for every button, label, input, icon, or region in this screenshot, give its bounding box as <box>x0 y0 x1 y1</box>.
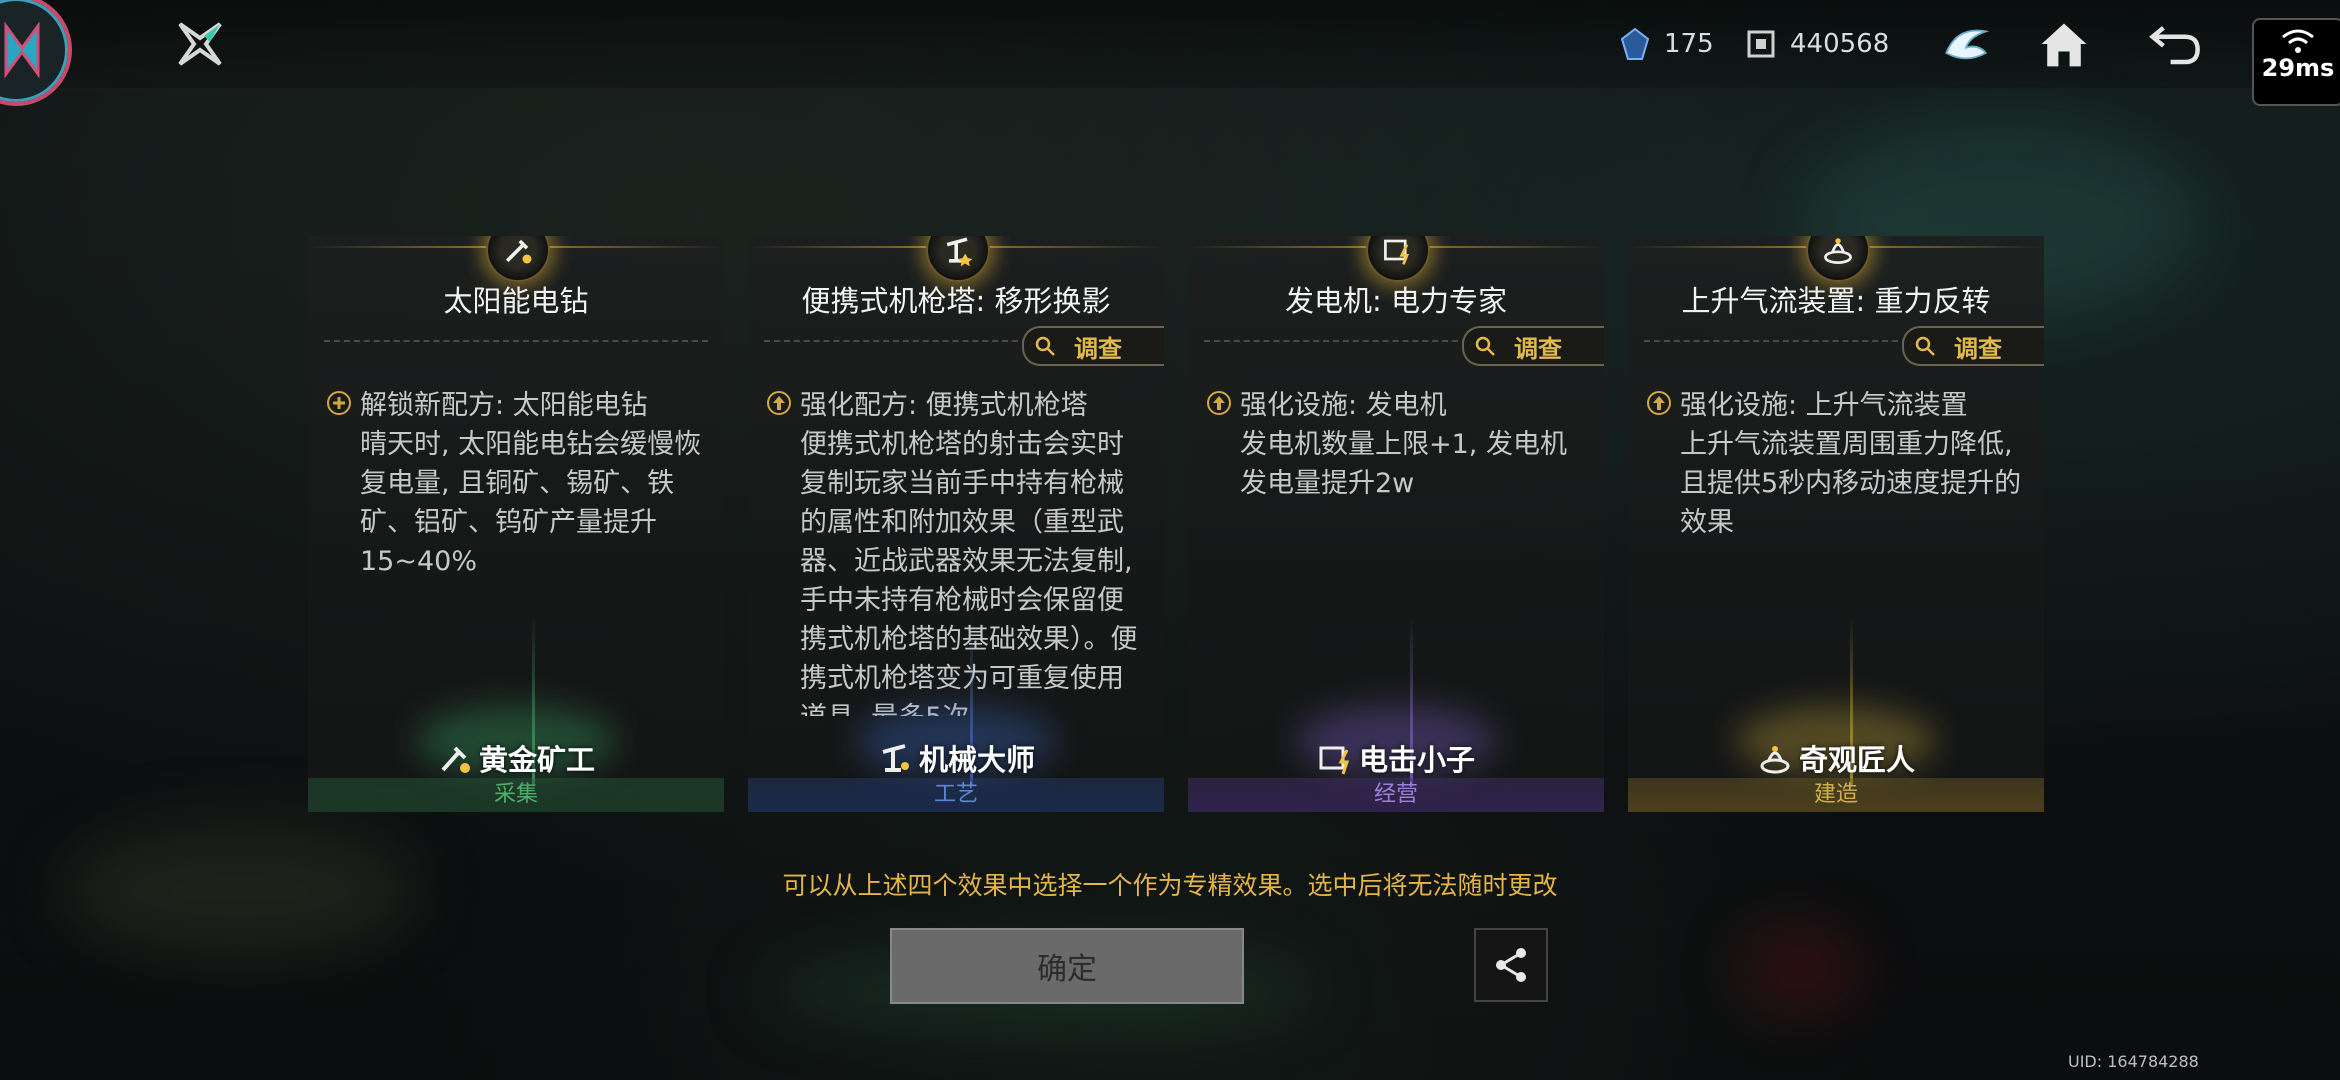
effect-description: 强化设施: 发电机 发电机数量上限+1, 发电机发电量提升2w <box>1240 390 1567 499</box>
effect-card-2[interactable]: 便携式机枪塔: 移形换影 调查 强化配方: 便携式机枪塔 便携式机枪塔的射击会实… <box>748 236 1164 812</box>
up-bullet-icon <box>1207 391 1231 415</box>
up-bullet-icon <box>767 391 791 415</box>
investigate-label: 调查 <box>1074 334 1122 363</box>
card-title: 上升气流装置: 重力反转 <box>1681 284 1991 318</box>
electric-kid-icon <box>1319 746 1350 775</box>
back-icon[interactable] <box>2144 12 2208 76</box>
divider <box>1204 340 1468 342</box>
card-title: 便携式机枪塔: 移形换影 <box>801 284 1111 318</box>
wifi-icon <box>2282 29 2314 53</box>
role-name: 奇观匠人 <box>1798 743 1915 777</box>
effect-description: 强化设施: 上升气流装置 上升气流装置周围重力降低, 且提供5秒内移动速度提升的… <box>1680 390 2022 538</box>
role-label: 电击小子 <box>1188 738 1604 778</box>
investigate-button[interactable]: 调查 <box>1462 326 1604 366</box>
investigate-label: 调查 <box>1514 334 1562 363</box>
mechanic-master-icon <box>882 744 909 772</box>
gold-miner-icon <box>441 746 470 773</box>
confirm-button[interactable]: 确定 <box>890 928 1244 1004</box>
home-icon[interactable] <box>2032 12 2096 76</box>
guild-icon[interactable] <box>1934 12 1998 76</box>
investigate-label: 调查 <box>1954 334 2002 363</box>
uid-label: UID: 164784288 <box>2068 1052 2199 1071</box>
role-label: 奇观匠人 <box>1628 738 2044 778</box>
category-label: 工艺 <box>748 778 1164 812</box>
effect-card-4[interactable]: 上升气流装置: 重力反转 调查 强化设施: 上升气流装置 上升气流装置周围重力降… <box>1628 236 2044 812</box>
role-name: 机械大师 <box>918 743 1035 777</box>
card-title: 发电机: 电力专家 <box>1285 284 1507 318</box>
effect-card-1[interactable]: 太阳能电钻 解锁新配方: 太阳能电钻 晴天时, 太阳能电钻会缓慢恢复电量, 且铜… <box>308 236 724 812</box>
close-x-icon[interactable] <box>170 14 230 74</box>
category-label: 采集 <box>308 778 724 812</box>
search-icon <box>1475 336 1495 356</box>
ping-indicator: 29ms <box>2252 18 2340 106</box>
top-bar: 175 440568 29ms <box>0 0 2340 106</box>
role-name: 黄金矿工 <box>478 743 595 777</box>
updraft-device-icon <box>1806 236 1870 282</box>
chip-icon <box>1747 30 1775 58</box>
search-icon <box>1035 336 1055 356</box>
drill-icon <box>486 236 550 282</box>
selection-hint: 可以从上述四个效果中选择一个作为专精效果。选中后将无法随时更改 <box>782 871 1558 900</box>
role-name: 电击小子 <box>1358 743 1475 777</box>
search-icon <box>1915 336 1935 356</box>
resource-2: 440568 <box>1744 22 1889 66</box>
effect-card-3[interactable]: 发电机: 电力专家 调查 强化设施: 发电机 发电机数量上限+1, 发电机发电量… <box>1188 236 1604 812</box>
effect-text: 解锁新配方: 太阳能电钻 晴天时, 太阳能电钻会缓慢恢复电量, 且铜矿、锡矿、铁… <box>326 386 706 716</box>
effect-text: 强化设施: 发电机 发电机数量上限+1, 发电机发电量提升2w <box>1206 386 1586 716</box>
card-title: 太阳能电钻 <box>443 284 589 318</box>
divider <box>764 340 1028 342</box>
resource-1: 175 <box>1618 22 1714 66</box>
generator-icon <box>1366 236 1430 282</box>
resource-1-value: 175 <box>1664 29 1714 59</box>
role-label: 机械大师 <box>748 738 1164 778</box>
category-label: 经营 <box>1188 778 1604 812</box>
share-icon[interactable] <box>1474 928 1548 1002</box>
category-label: 建造 <box>1628 778 2044 812</box>
crystal-icon <box>1620 27 1650 60</box>
divider <box>324 340 708 342</box>
up-bullet-icon <box>1647 391 1671 415</box>
resource-2-value: 440568 <box>1790 29 1890 59</box>
plus-bullet-icon <box>327 391 351 415</box>
effect-description: 解锁新配方: 太阳能电钻 晴天时, 太阳能电钻会缓慢恢复电量, 且铜矿、锡矿、铁… <box>360 390 702 577</box>
effect-text: 强化设施: 上升气流装置 上升气流装置周围重力降低, 且提供5秒内移动速度提升的… <box>1646 386 2026 716</box>
divider <box>1644 340 1908 342</box>
turret-icon <box>926 236 990 282</box>
role-label: 黄金矿工 <box>308 738 724 778</box>
investigate-button[interactable]: 调查 <box>1902 326 2044 366</box>
ping-value: 29ms <box>2261 54 2335 82</box>
wonder-artisan-icon <box>1760 746 1790 774</box>
effect-text: 强化配方: 便携式机枪塔 便携式机枪塔的射击会实时复制玩家当前手中持有枪械的属性… <box>766 386 1146 716</box>
investigate-button[interactable]: 调查 <box>1022 326 1164 366</box>
